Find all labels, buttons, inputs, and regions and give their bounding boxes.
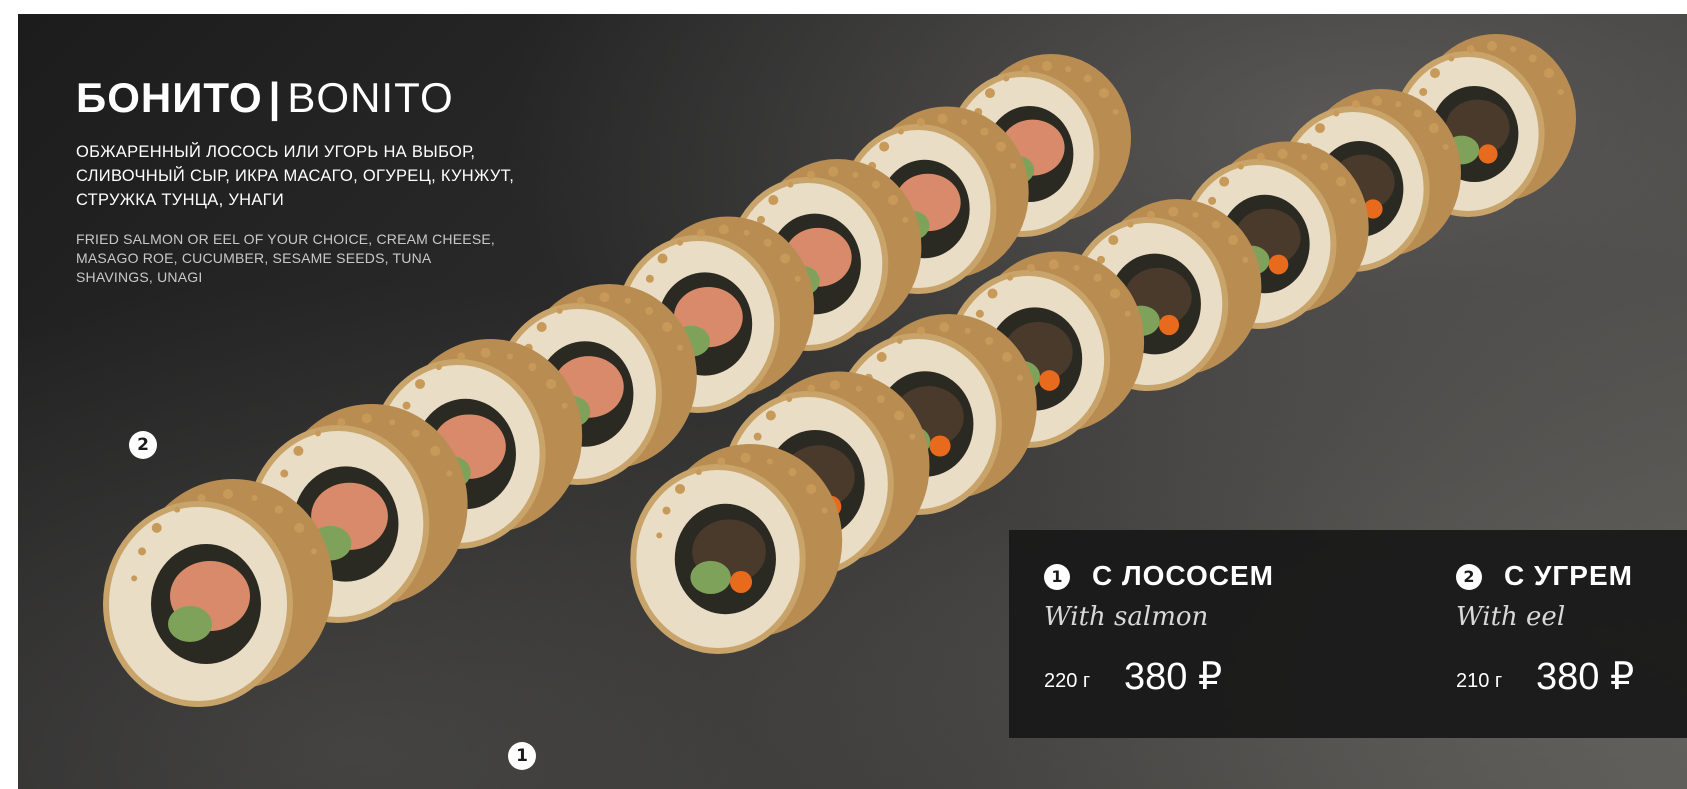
variant-name: С УГРЕМ [1504, 560, 1633, 591]
description-ru: ОБЖАРЕННЫЙ ЛОСОСЬ ИЛИ УГОРЬ НА ВЫБОР, СЛ… [76, 143, 515, 209]
photo-marker-2: 2 [129, 431, 157, 459]
sushi-roll [630, 443, 843, 654]
description-en: FRIED SALMON OR EEL OF YOUR CHOICE, CREA… [76, 231, 495, 285]
title-en: BONITO [287, 74, 454, 121]
variant-weight: 220 г [1044, 670, 1091, 692]
price-panel: 1 С ЛОСОСЕМ With salmon 220 г 380 ₽ 2 С … [1009, 530, 1687, 738]
title-separator: | [268, 74, 282, 121]
variant-number-badge: 2 [1456, 564, 1482, 590]
variant-subtitle: With eel [1456, 602, 1566, 632]
variant-number-badge: 1 [1044, 564, 1070, 590]
variant-price: 380 ₽ [1124, 656, 1223, 698]
title-ru: БОНИТО [76, 74, 263, 121]
variant-price: 380 ₽ [1536, 656, 1635, 698]
sushi-roll [103, 479, 333, 707]
variant-subtitle: With salmon [1044, 602, 1209, 632]
photo-marker-1: 1 [508, 742, 536, 770]
variant-name: С ЛОСОСЕМ [1092, 560, 1274, 591]
variant-weight: 210 г [1456, 670, 1503, 692]
page-title: БОНИТО | BONITO [76, 74, 454, 122]
